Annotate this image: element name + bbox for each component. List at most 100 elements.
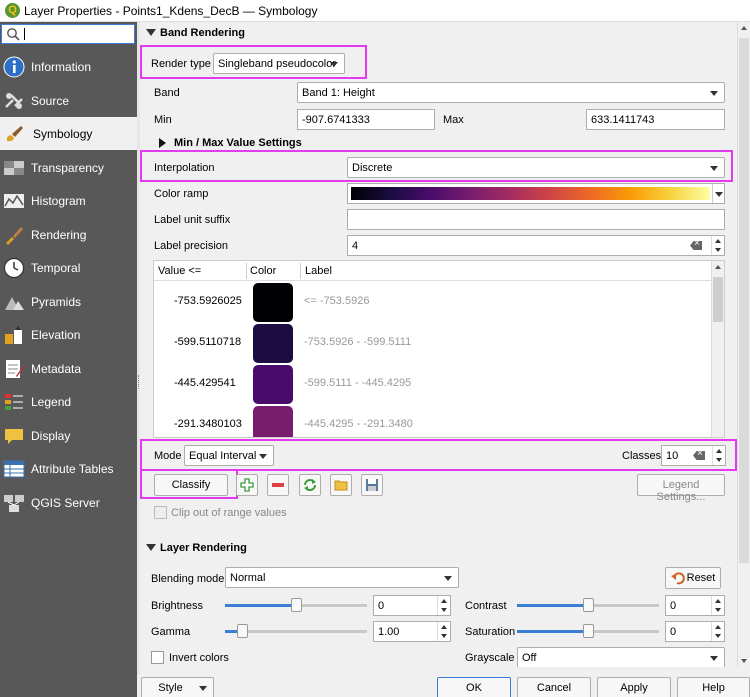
legend-settings-label: Legend Settings...: [656, 479, 706, 503]
table-row[interactable]: -599.5110718 -753.5926 - -599.5111: [154, 323, 712, 364]
ok-button[interactable]: OK: [437, 677, 511, 697]
slider-handle[interactable]: [291, 598, 302, 612]
remove-class-button[interactable]: [267, 474, 289, 496]
scrollbar-thumb[interactable]: [739, 38, 749, 563]
spin-buttons[interactable]: [437, 622, 450, 641]
clear-icon[interactable]: [690, 241, 702, 250]
band-combo[interactable]: Band 1: Height: [297, 82, 725, 103]
search-input[interactable]: [1, 24, 135, 44]
panel-scrollbar[interactable]: [737, 22, 750, 667]
sidebar-item-elevation[interactable]: Elevation: [0, 318, 137, 351]
apply-button[interactable]: Apply: [597, 677, 671, 697]
sidebar-item-display[interactable]: Display: [0, 419, 137, 452]
sidebar-item-legend[interactable]: Legend: [0, 385, 137, 418]
color-swatch[interactable]: [253, 283, 293, 322]
color-classes-table[interactable]: Value <= Color Label -753.5926025 <= -75…: [153, 260, 725, 438]
slider-handle[interactable]: [237, 624, 248, 638]
color-ramp-picker[interactable]: [347, 183, 725, 204]
save-colors-button[interactable]: [361, 474, 383, 496]
sidebar-item-rendering[interactable]: Rendering: [0, 218, 137, 251]
class-value: -599.5110718: [174, 336, 242, 348]
max-value: 633.1411743: [591, 114, 655, 126]
reset-button[interactable]: Reset: [665, 567, 721, 589]
slider-handle[interactable]: [583, 598, 594, 612]
saturation-slider[interactable]: [517, 621, 659, 641]
sidebar-item-label: Temporal: [31, 261, 81, 275]
folder-icon: [334, 480, 348, 491]
highlight-mode-classes: [140, 439, 737, 471]
contrast-slider[interactable]: [517, 595, 659, 615]
slider-track-remaining: [243, 630, 367, 633]
legend-settings-button[interactable]: Legend Settings...: [637, 474, 725, 503]
invert-colors-checkbox[interactable]: [151, 651, 164, 664]
add-class-button[interactable]: [236, 474, 258, 496]
class-label: -599.5111 - -445.4295: [304, 377, 412, 389]
reverse-order-button[interactable]: [299, 474, 321, 496]
style-button[interactable]: Style: [141, 677, 214, 697]
band-label: Band: [154, 87, 180, 99]
gamma-spinbox[interactable]: 1.00: [373, 621, 451, 642]
load-colors-button[interactable]: [330, 474, 352, 496]
sidebar-item-label: Attribute Tables: [31, 462, 114, 476]
column-header-color[interactable]: Color: [250, 265, 276, 277]
spin-buttons[interactable]: [711, 596, 724, 615]
class-value: -753.5926025: [174, 295, 242, 307]
table-row[interactable]: -753.5926025 <= -753.5926: [154, 282, 712, 323]
layer-rendering-header[interactable]: Layer Rendering: [140, 537, 737, 559]
color-swatch[interactable]: [253, 406, 293, 437]
expand-triangle-icon[interactable]: [159, 138, 166, 148]
column-header-label[interactable]: Label: [305, 265, 332, 277]
sidebar-item-information[interactable]: Information: [0, 50, 137, 83]
highlight-interpolation: [140, 150, 733, 182]
spin-down-icon: [715, 634, 721, 638]
gamma-value: 1.00: [378, 626, 400, 638]
spin-up-icon: [441, 625, 447, 629]
table-row[interactable]: -291.3480103 -445.4295 - -291.3480: [154, 405, 712, 437]
sidebar-item-transparency[interactable]: Transparency: [0, 151, 137, 184]
grayscale-combo[interactable]: Off: [517, 647, 725, 667]
color-swatch[interactable]: [253, 365, 293, 404]
min-input[interactable]: -907.6741333: [297, 109, 435, 130]
scrollbar-thumb[interactable]: [713, 277, 723, 322]
sidebar-item-source[interactable]: Source: [0, 84, 137, 117]
column-header-value[interactable]: Value <=: [158, 265, 201, 277]
spin-buttons[interactable]: [711, 622, 724, 641]
grayscale-label: Grayscale: [465, 652, 515, 664]
info-icon: [3, 56, 25, 78]
sidebar-item-attribute-tables[interactable]: Attribute Tables: [0, 452, 137, 485]
sidebar-item-temporal[interactable]: Temporal: [0, 251, 137, 284]
help-label: Help: [702, 682, 725, 694]
spin-buttons[interactable]: [711, 236, 724, 255]
color-ramp-dropdown-button[interactable]: [712, 184, 724, 203]
label-precision-spinbox[interactable]: 4: [347, 235, 725, 256]
table-row[interactable]: -445.429541 -599.5111 - -445.4295: [154, 364, 712, 405]
minmax-settings-title[interactable]: Min / Max Value Settings: [174, 137, 302, 149]
scroll-up-icon: [715, 265, 721, 269]
sidebar-item-histogram[interactable]: Histogram: [0, 184, 137, 217]
section-title: Band Rendering: [160, 27, 245, 39]
color-swatch[interactable]: [253, 324, 293, 363]
clip-out-of-range-checkbox[interactable]: [154, 506, 167, 519]
help-button[interactable]: Help: [677, 677, 750, 697]
sidebar-item-pyramids[interactable]: Pyramids: [0, 285, 137, 318]
sidebar-item-symbology[interactable]: Symbology: [0, 117, 137, 150]
cancel-button[interactable]: Cancel: [517, 677, 591, 697]
brightness-spinbox[interactable]: 0: [373, 595, 451, 616]
spin-down-icon: [715, 248, 721, 252]
collapse-triangle-icon: [146, 544, 156, 551]
band-rendering-header[interactable]: Band Rendering: [140, 22, 737, 44]
table-scrollbar[interactable]: [711, 261, 724, 437]
brightness-slider[interactable]: [225, 595, 367, 615]
saturation-value: 0: [670, 626, 677, 638]
blending-mode-combo[interactable]: Normal: [225, 567, 459, 588]
slider-handle[interactable]: [583, 624, 594, 638]
class-label: <= -753.5926: [304, 295, 370, 307]
label-unit-suffix-input[interactable]: [347, 209, 725, 230]
spin-buttons[interactable]: [437, 596, 450, 615]
sidebar-item-metadata[interactable]: Metadata: [0, 352, 137, 385]
gamma-slider[interactable]: [225, 621, 367, 641]
saturation-spinbox[interactable]: 0: [665, 621, 725, 642]
max-input[interactable]: 633.1411743: [586, 109, 725, 130]
sidebar-item-qgis-server[interactable]: QGIS Server: [0, 486, 137, 519]
contrast-spinbox[interactable]: 0: [665, 595, 725, 616]
